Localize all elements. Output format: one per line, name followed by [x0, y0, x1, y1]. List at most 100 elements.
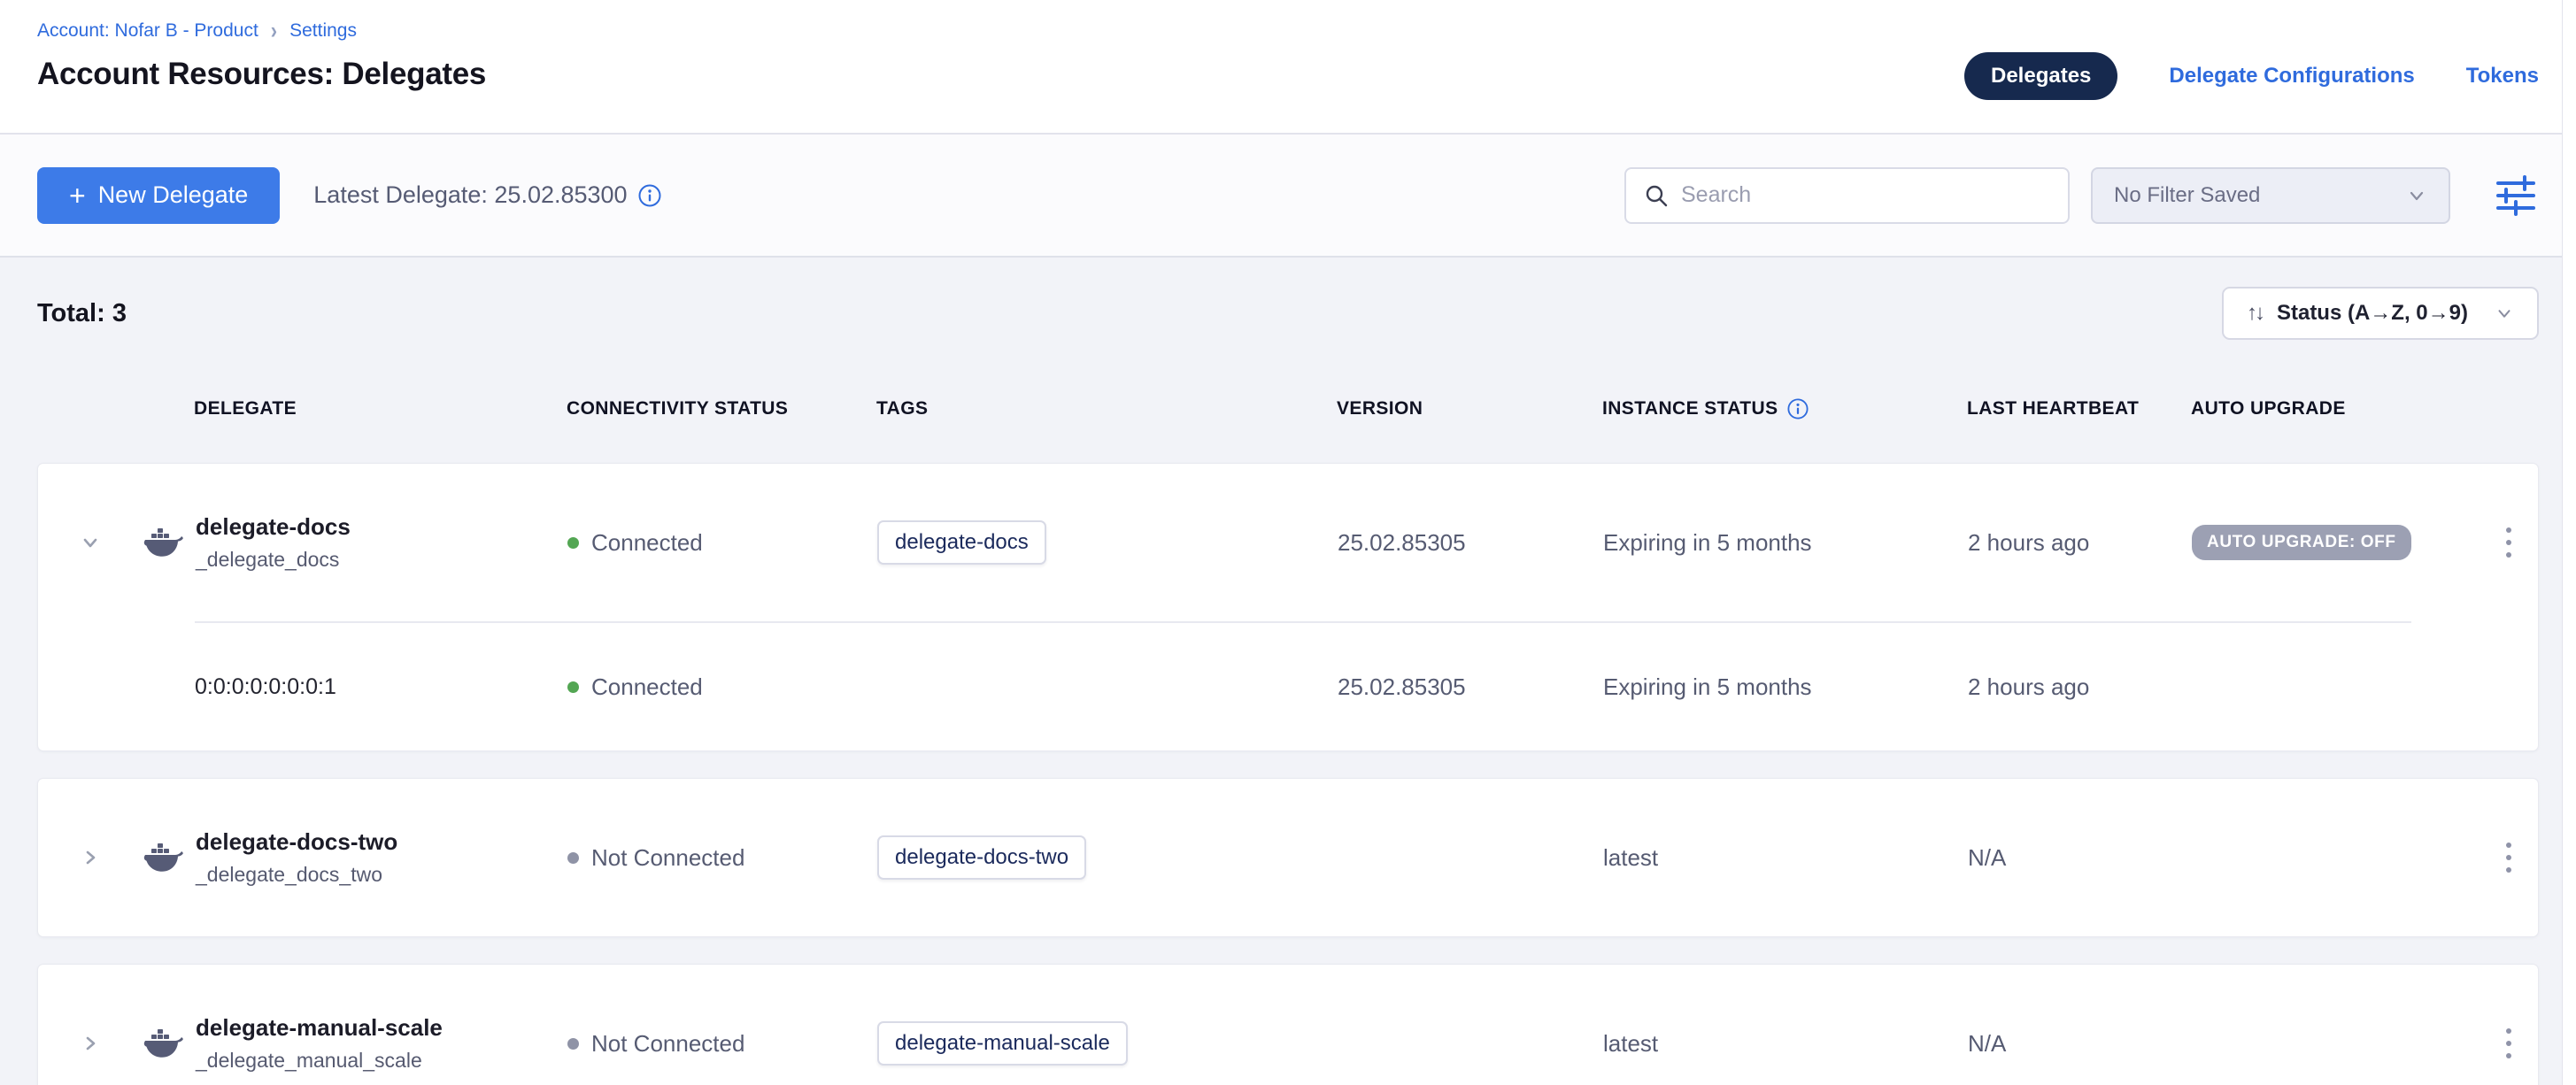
connectivity-cell: Not Connected: [567, 844, 877, 872]
new-delegate-button[interactable]: + New Delegate: [37, 167, 280, 224]
auto-upgrade-cell: AUTO UPGRADE: OFF: [2192, 525, 2480, 560]
breadcrumb-separator-icon: ›: [271, 17, 277, 44]
chevron-icon: [77, 844, 104, 871]
chevron-icon: [77, 1030, 104, 1057]
column-header-connectivity-status: CONNECTIVITY STATUS: [567, 398, 876, 419]
delegate-names: delegate-docs _delegate_docs: [196, 513, 351, 572]
docker-icon: [143, 525, 183, 560]
search-box: [1624, 167, 2070, 224]
instance-status-cell: latest: [1603, 844, 1968, 872]
chevron-down-icon: [2406, 185, 2427, 206]
delegate-identifier: _delegate_docs: [196, 548, 351, 572]
column-header-version: VERSION: [1337, 398, 1602, 419]
table-row[interactable]: delegate-manual-scale _delegate_manual_s…: [38, 965, 2538, 1085]
row-menu-kebab-button[interactable]: [2497, 519, 2520, 566]
delegate-names: delegate-docs-two _delegate_docs_two: [196, 828, 397, 887]
info-icon[interactable]: [1787, 398, 1809, 419]
last-heartbeat-cell: 2 hours ago: [1968, 673, 2192, 701]
column-header-delegate: DELEGATE: [142, 398, 567, 419]
row-menu-kebab-button[interactable]: [2497, 1020, 2520, 1067]
connectivity-cell: Connected: [567, 529, 877, 557]
delegate-name: delegate-docs: [196, 513, 351, 541]
tag-chip[interactable]: delegate-docs: [877, 520, 1046, 565]
expand-chevron-button[interactable]: [38, 529, 143, 556]
delegate-cell: delegate-manual-scale _delegate_manual_s…: [143, 1014, 567, 1073]
sliders-icon: [2493, 174, 2539, 217]
delegate-rows: delegate-docs _delegate_docs Connected d…: [37, 463, 2539, 1085]
scrollbar-track[interactable]: [2562, 0, 2576, 1085]
plus-icon: +: [69, 181, 86, 210]
tab-tokens[interactable]: Tokens: [2466, 64, 2539, 88]
delegate-instance-subrow: 0:0:0:0:0:0:0:1 Connected 25.02.85305 Ex…: [38, 623, 2538, 750]
latest-delegate-label: Latest Delegate: 25.02.85300: [313, 181, 627, 209]
delegate-identifier: _delegate_manual_scale: [196, 1049, 443, 1073]
docker-icon: [143, 840, 183, 875]
version-cell: 25.02.85305: [1338, 673, 1603, 701]
saved-filter-value: No Filter Saved: [2114, 183, 2260, 208]
connectivity-label: Connected: [591, 673, 703, 701]
tag-chip[interactable]: delegate-docs-two: [877, 835, 1086, 880]
instance-status-cell: Expiring in 5 months: [1603, 673, 1968, 701]
row-menu-kebab-button[interactable]: [2497, 834, 2520, 881]
table-header-row: DELEGATE CONNECTIVITY STATUS TAGS VERSIO…: [37, 387, 2539, 431]
tags-cell: delegate-docs: [877, 520, 1338, 565]
tab-delegates[interactable]: Delegates: [1964, 52, 2117, 100]
total-count-label: Total: 3: [37, 299, 127, 328]
delegate-row-card: delegate-docs _delegate_docs Connected d…: [37, 463, 2539, 751]
instance-status-cell: latest: [1603, 1030, 1968, 1058]
connectivity-dot: [567, 537, 579, 549]
new-delegate-label: New Delegate: [98, 181, 249, 209]
delegate-name: delegate-docs-two: [196, 828, 397, 856]
delegate-name: delegate-manual-scale: [196, 1014, 443, 1042]
connectivity-dot: [567, 1038, 579, 1050]
table-row[interactable]: delegate-docs-two _delegate_docs_two Not…: [38, 779, 2538, 936]
tags-cell: delegate-docs-two: [877, 835, 1338, 880]
tab-delegate-configurations[interactable]: Delegate Configurations: [2169, 64, 2414, 88]
connectivity-label: Not Connected: [591, 844, 744, 872]
delegate-cell: delegate-docs _delegate_docs: [143, 513, 567, 572]
column-header-last-heartbeat: LAST HEARTBEAT: [1967, 398, 2191, 419]
breadcrumb: Account: Nofar B - Product › Settings: [37, 19, 486, 42]
info-icon[interactable]: [638, 184, 661, 207]
instance-host-label: 0:0:0:0:0:0:0:1: [143, 674, 567, 700]
expand-chevron-button[interactable]: [38, 844, 143, 871]
page-header: Account: Nofar B - Product › Settings Ac…: [0, 0, 2576, 135]
search-icon: [1644, 183, 1669, 208]
last-heartbeat-cell: 2 hours ago: [1968, 529, 2192, 557]
delegate-names: delegate-manual-scale _delegate_manual_s…: [196, 1014, 443, 1073]
toolbar: + New Delegate Latest Delegate: 25.02.85…: [0, 135, 2576, 258]
tab-group: Delegates Delegate Configurations Tokens: [1964, 51, 2539, 101]
delegate-row-card: delegate-docs-two _delegate_docs_two Not…: [37, 778, 2539, 937]
sort-value: Status (A→Z, 0→9): [2277, 301, 2468, 326]
auto-upgrade-badge: AUTO UPGRADE: OFF: [2192, 525, 2411, 560]
connectivity-dot: [567, 681, 579, 693]
header-left: Account: Nofar B - Product › Settings Ac…: [37, 16, 486, 133]
column-header-auto-upgrade: AUTO UPGRADE: [2191, 398, 2479, 419]
docker-icon: [143, 1026, 183, 1061]
column-header-tags: TAGS: [876, 398, 1337, 419]
instance-status-cell: Expiring in 5 months: [1603, 529, 1968, 557]
table-row[interactable]: delegate-docs _delegate_docs Connected d…: [38, 464, 2538, 621]
saved-filter-dropdown[interactable]: No Filter Saved: [2091, 167, 2450, 224]
last-heartbeat-cell: N/A: [1968, 1030, 2192, 1058]
sort-dropdown[interactable]: ↑↓ Status (A→Z, 0→9): [2222, 287, 2539, 340]
sort-arrows-icon: ↑↓: [2247, 301, 2263, 326]
connectivity-cell: Connected: [567, 673, 877, 701]
chevron-down-icon: [2495, 304, 2514, 323]
breadcrumb-settings-link[interactable]: Settings: [289, 20, 357, 42]
delegate-identifier: _delegate_docs_two: [196, 863, 397, 887]
search-input[interactable]: [1681, 182, 2050, 208]
version-cell: 25.02.85305: [1338, 529, 1603, 557]
breadcrumb-account-link[interactable]: Account: Nofar B - Product: [37, 20, 258, 42]
chevron-icon: [77, 529, 104, 556]
connectivity-dot: [567, 852, 579, 864]
filter-sliders-button[interactable]: [2493, 174, 2539, 217]
page-title: Account Resources: Delegates: [37, 57, 486, 92]
tag-chip[interactable]: delegate-manual-scale: [877, 1021, 1128, 1066]
delegate-row-card: delegate-manual-scale _delegate_manual_s…: [37, 964, 2539, 1085]
connectivity-label: Not Connected: [591, 1030, 744, 1058]
connectivity-cell: Not Connected: [567, 1030, 877, 1058]
last-heartbeat-cell: N/A: [1968, 844, 2192, 872]
expand-chevron-button[interactable]: [38, 1030, 143, 1057]
latest-delegate-text: Latest Delegate: 25.02.85300: [313, 181, 660, 209]
